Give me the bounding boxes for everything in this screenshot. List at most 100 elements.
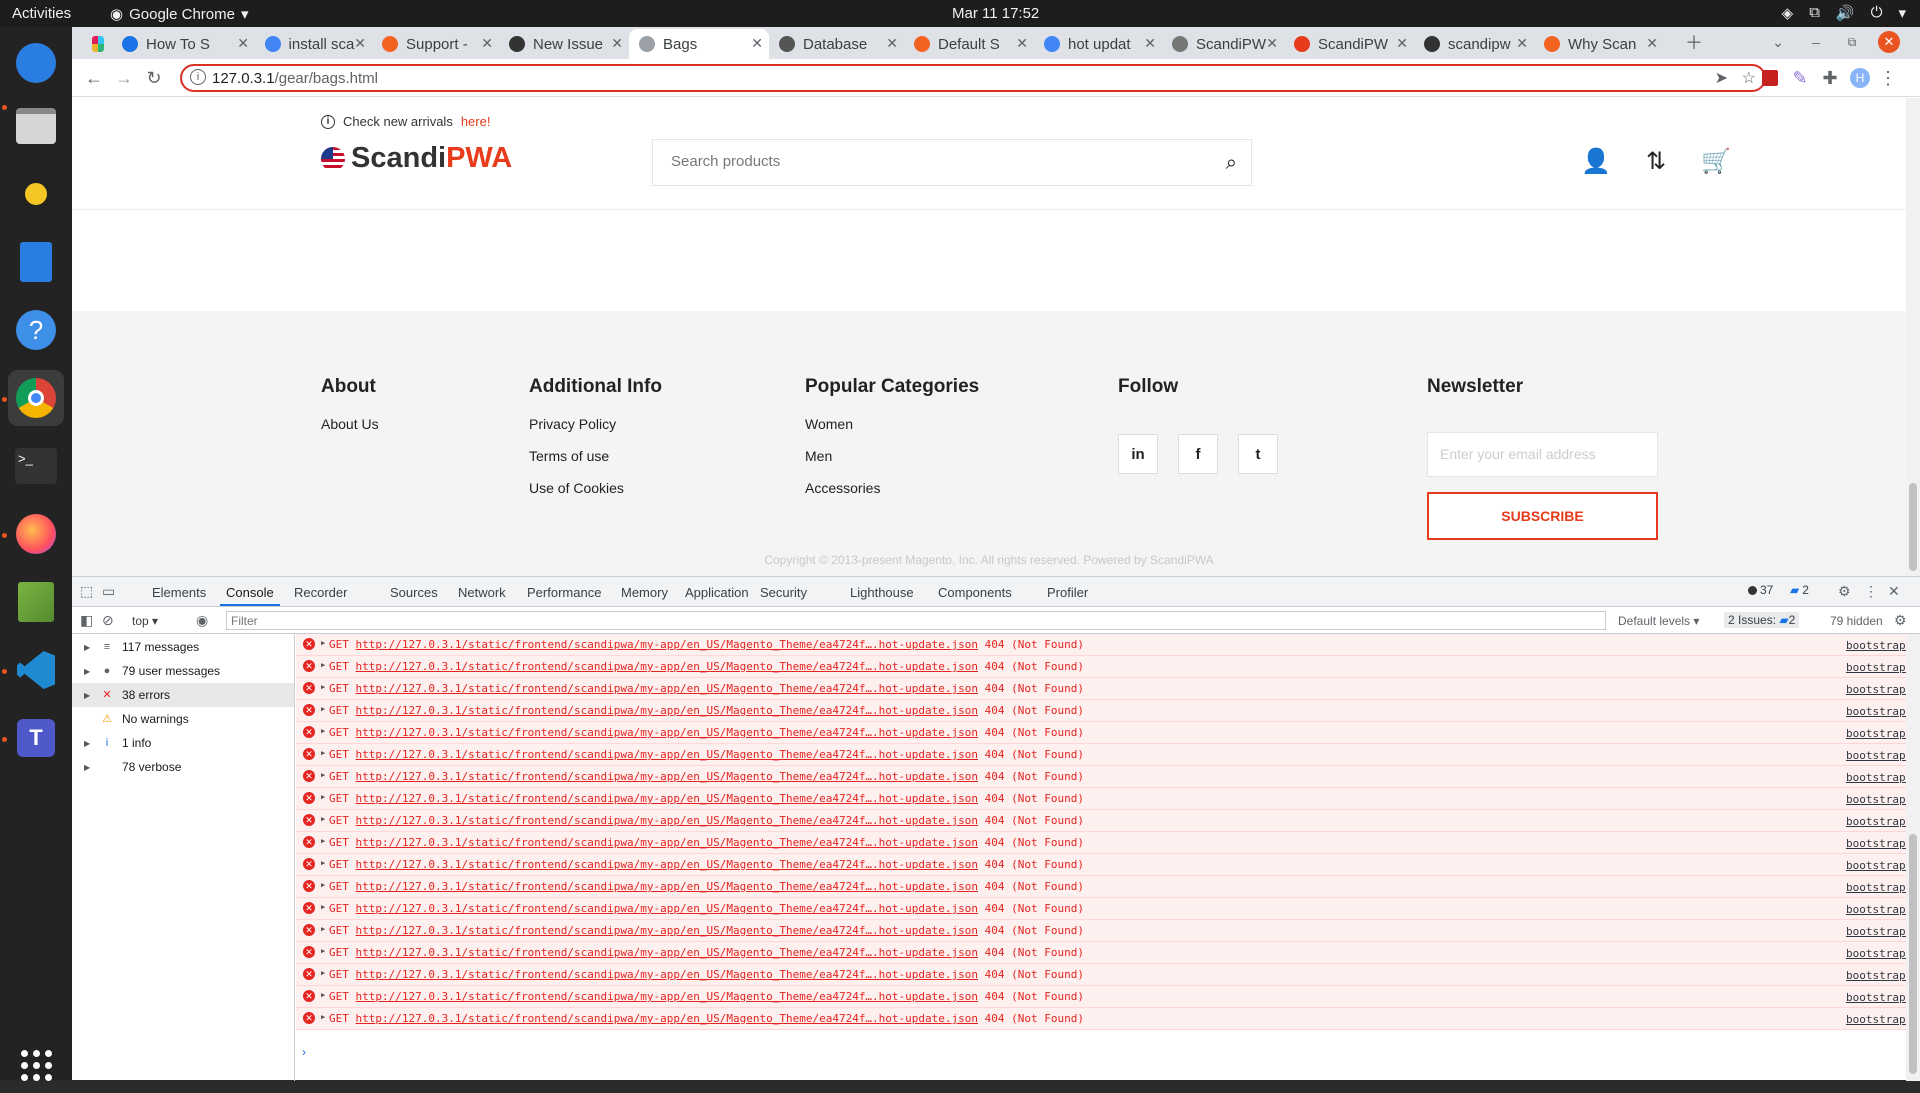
tab-close-icon[interactable]: ✕ bbox=[481, 35, 493, 52]
search-icon[interactable]: ⌕ bbox=[1226, 152, 1237, 175]
console-error-row[interactable]: ✕ ▶ GET http://127.0.3.1/static/frontend/s… bbox=[296, 810, 1906, 832]
chrome-menu-icon[interactable]: ⋮ bbox=[1876, 66, 1900, 90]
browser-tab-7[interactable]: hot updat ✕ bbox=[1034, 29, 1162, 59]
footer-link-cookies[interactable]: Use of Cookies bbox=[529, 480, 662, 512]
source-link[interactable]: bootstrap:82 bbox=[1846, 947, 1906, 960]
search-input[interactable] bbox=[671, 153, 1191, 170]
network-icon[interactable]: ⧉ bbox=[1809, 4, 1820, 22]
expand-triangle-icon[interactable]: ▶ bbox=[321, 947, 325, 955]
site-logo[interactable]: Scandi PWA bbox=[321, 142, 512, 175]
new-tab-button[interactable]: ＋ bbox=[1682, 30, 1706, 54]
device-toolbar-icon[interactable]: ▭ bbox=[102, 583, 115, 600]
source-link[interactable]: bootstrap:82 bbox=[1846, 991, 1906, 1004]
teams-icon[interactable]: T bbox=[8, 710, 64, 766]
send-icon[interactable]: ➤ bbox=[1715, 68, 1728, 88]
browser-tab-1[interactable]: install sca ✕ bbox=[255, 29, 372, 59]
devtools-tab-application[interactable]: Application bbox=[685, 585, 749, 600]
source-link[interactable]: bootstrap:82 bbox=[1846, 661, 1906, 674]
expand-triangle-icon[interactable]: ▶ bbox=[321, 881, 325, 889]
expand-triangle-icon[interactable]: ▶ bbox=[321, 815, 325, 823]
browser-tab-4[interactable]: Bags ✕ bbox=[629, 29, 769, 59]
console-sidebar-item[interactable]: ▶ i 1 info bbox=[72, 731, 294, 755]
extension-red-icon[interactable] bbox=[1758, 66, 1782, 90]
tab-close-icon[interactable]: ✕ bbox=[886, 35, 898, 52]
request-url[interactable]: http://127.0.3.1/static/frontend/scandip… bbox=[356, 946, 979, 959]
console-error-row[interactable]: ✕ ▶ GET http://127.0.3.1/static/frontend/s… bbox=[296, 700, 1906, 722]
devtools-tab-elements[interactable]: Elements bbox=[152, 585, 206, 600]
devtools-menu-icon[interactable]: ⋮ bbox=[1864, 583, 1878, 600]
devtools-tab-sources[interactable]: Sources bbox=[390, 585, 438, 600]
tab-close-icon[interactable]: ✕ bbox=[354, 35, 366, 52]
console-settings-icon[interactable]: ⚙ bbox=[1894, 612, 1907, 629]
source-link[interactable]: bootstrap:82 bbox=[1846, 639, 1906, 652]
browser-tab-10[interactable]: scandipw ✕ bbox=[1414, 29, 1534, 59]
profile-avatar[interactable]: H bbox=[1848, 66, 1872, 90]
source-link[interactable]: bootstrap:82 bbox=[1846, 749, 1906, 762]
source-link[interactable]: bootstrap:82 bbox=[1846, 705, 1906, 718]
console-error-row[interactable]: ✕ ▶ GET http://127.0.3.1/static/frontend/s… bbox=[296, 634, 1906, 656]
footer-link-accessories[interactable]: Accessories bbox=[805, 480, 979, 512]
browser-tab-8[interactable]: ScandiPW ✕ bbox=[1162, 29, 1284, 59]
tab-close-icon[interactable]: ✕ bbox=[1266, 35, 1278, 52]
expand-triangle-icon[interactable]: ▶ bbox=[321, 925, 325, 933]
compare-icon[interactable]: ⇅ bbox=[1641, 146, 1671, 176]
close-window-button[interactable]: ✕ bbox=[1878, 31, 1900, 53]
source-link[interactable]: bootstrap:82 bbox=[1846, 859, 1906, 872]
source-link[interactable]: bootstrap:82 bbox=[1846, 903, 1906, 916]
expand-triangle-icon[interactable]: ▶ bbox=[84, 643, 90, 652]
tab-search-icon[interactable]: ⌄ bbox=[1766, 30, 1790, 54]
power-icon[interactable]: ⏻ bbox=[1871, 4, 1883, 22]
expand-triangle-icon[interactable]: ▶ bbox=[321, 639, 325, 647]
expand-triangle-icon[interactable]: ▶ bbox=[321, 683, 325, 691]
console-error-row[interactable]: ✕ ▶ GET http://127.0.3.1/static/frontend/s… bbox=[296, 898, 1906, 920]
source-link[interactable]: bootstrap:82 bbox=[1846, 881, 1906, 894]
footer-link-men[interactable]: Men bbox=[805, 448, 979, 480]
page-scroll-thumb[interactable] bbox=[1909, 483, 1917, 571]
browser-tab-3[interactable]: New Issue ✕ bbox=[499, 29, 629, 59]
terminal-icon[interactable]: >_ bbox=[8, 438, 64, 494]
console-error-row[interactable]: ✕ ▶ GET http://127.0.3.1/static/frontend/s… bbox=[296, 920, 1906, 942]
console-error-row[interactable]: ✕ ▶ GET http://127.0.3.1/static/frontend/s… bbox=[296, 744, 1906, 766]
issues-button[interactable]: 2 Issues: ▰2 bbox=[1724, 612, 1800, 628]
console-scrollbar[interactable] bbox=[1906, 634, 1920, 1081]
browser-tab-5[interactable]: Database ✕ bbox=[769, 29, 904, 59]
context-selector[interactable]: top ▾ bbox=[132, 614, 158, 628]
thunderbird-icon[interactable] bbox=[8, 35, 64, 91]
log-levels-dropdown[interactable]: Default levels ▾ bbox=[1618, 614, 1699, 628]
devtools-close-icon[interactable]: ✕ bbox=[1888, 583, 1900, 600]
browser-tab-11[interactable]: Why Scan ✕ bbox=[1534, 29, 1664, 59]
expand-triangle-icon[interactable]: ▶ bbox=[321, 661, 325, 669]
cart-icon[interactable]: 🛒 bbox=[1701, 146, 1731, 176]
restore-button[interactable]: ⧉ bbox=[1840, 30, 1864, 54]
system-tray[interactable]: ◈ ⧉ 🔊 ⏻ ▾ bbox=[1782, 4, 1906, 22]
message-badge[interactable]: ▰ 2 bbox=[1790, 583, 1809, 597]
clear-console-icon[interactable]: ⊘ bbox=[102, 612, 114, 629]
devtools-tab-network[interactable]: Network bbox=[458, 585, 506, 600]
console-prompt[interactable]: › bbox=[302, 1045, 306, 1059]
inspect-element-icon[interactable]: ⬚ bbox=[80, 583, 93, 600]
tab-close-icon[interactable]: ✕ bbox=[751, 35, 763, 52]
facebook-icon[interactable]: f bbox=[1178, 434, 1218, 474]
footer-link-about-us[interactable]: About Us bbox=[321, 416, 379, 448]
expand-triangle-icon[interactable]: ▶ bbox=[321, 903, 325, 911]
request-url[interactable]: http://127.0.3.1/static/frontend/scandip… bbox=[356, 660, 979, 673]
request-url[interactable]: http://127.0.3.1/static/frontend/scandip… bbox=[356, 902, 979, 915]
request-url[interactable]: http://127.0.3.1/static/frontend/scandip… bbox=[356, 770, 979, 783]
bookmark-star-icon[interactable]: ☆ bbox=[1742, 68, 1756, 88]
expand-triangle-icon[interactable]: ▶ bbox=[321, 859, 325, 867]
vscode-icon[interactable] bbox=[8, 642, 64, 698]
source-link[interactable]: bootstrap:82 bbox=[1846, 727, 1906, 740]
expand-triangle-icon[interactable]: ▶ bbox=[321, 793, 325, 801]
tab-close-icon[interactable]: ✕ bbox=[237, 35, 249, 52]
request-url[interactable]: http://127.0.3.1/static/frontend/scandip… bbox=[356, 1012, 979, 1025]
live-expression-eye-icon[interactable]: ◉ bbox=[196, 612, 208, 629]
volume-icon[interactable]: 🔊 bbox=[1836, 4, 1855, 22]
expand-triangle-icon[interactable]: ▶ bbox=[321, 705, 325, 713]
expand-triangle-icon[interactable]: ▶ bbox=[321, 727, 325, 735]
request-url[interactable]: http://127.0.3.1/static/frontend/scandip… bbox=[356, 968, 979, 981]
footer-link-women[interactable]: Women bbox=[805, 416, 979, 448]
libreoffice-impress-icon[interactable] bbox=[8, 234, 64, 290]
devtools-tab-lighthouse[interactable]: Lighthouse bbox=[850, 585, 914, 600]
devtools-tab-profiler[interactable]: Profiler bbox=[1047, 585, 1088, 600]
devtools-tab-console[interactable]: Console bbox=[226, 585, 274, 600]
